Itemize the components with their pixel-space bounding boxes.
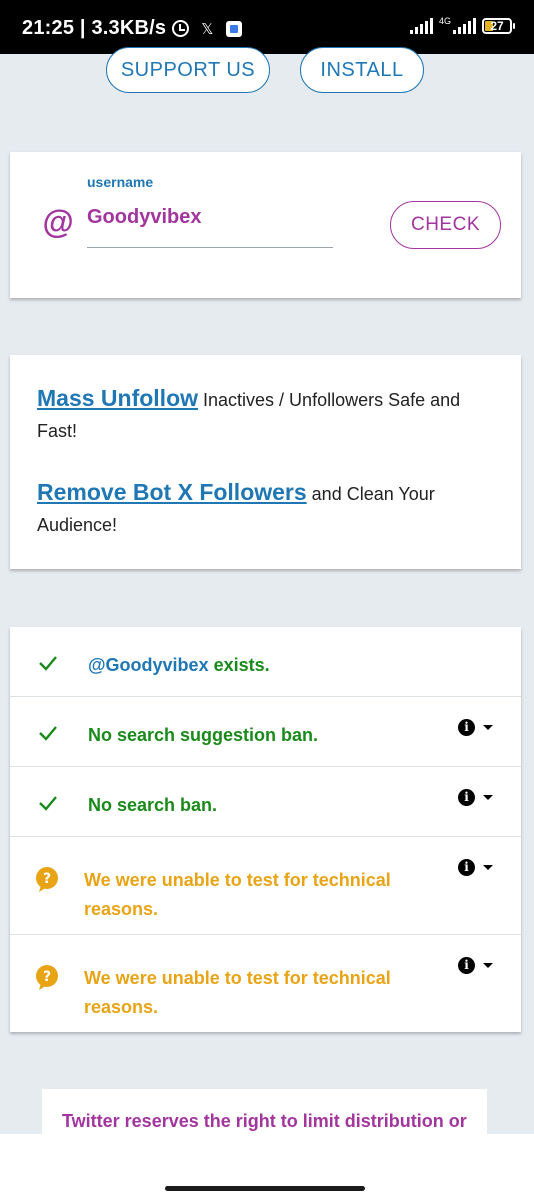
support-us-button[interactable]: SUPPORT US	[106, 47, 270, 93]
result-text: We were unable to test for technical rea…	[84, 870, 391, 919]
info-toggle[interactable]: i	[458, 957, 493, 974]
network-type-label: 4G	[438, 16, 451, 26]
battery-icon: 27	[482, 18, 515, 34]
remove-bot-followers-link[interactable]: Remove Bot X Followers	[37, 479, 307, 505]
svg-text:?: ?	[43, 871, 51, 887]
result-row-unknown-1[interactable]: ? We were unable to test for technical r…	[10, 837, 521, 935]
promo-card: Mass Unfollow Inactives / Unfollowers Sa…	[10, 355, 521, 569]
result-text: We were unable to test for technical rea…	[84, 968, 391, 1017]
result-text: No search ban.	[88, 795, 218, 815]
result-text: No search suggestion ban.	[88, 725, 319, 745]
app-notification-icon	[225, 20, 242, 37]
result-text: @Goodyvibex exists.	[88, 651, 270, 680]
results-card: @Goodyvibex exists. No search suggestion…	[10, 627, 521, 1032]
info-icon: i	[458, 719, 475, 736]
battery-level: 27	[490, 19, 504, 33]
info-icon: i	[458, 789, 475, 806]
caret-down-icon	[483, 725, 493, 730]
result-status: exists.	[208, 655, 270, 675]
question-bubble-icon: ?	[36, 867, 58, 892]
info-toggle[interactable]: i	[458, 859, 493, 876]
x-logo-icon: 𝕏	[201, 20, 214, 38]
navigation-bar	[0, 1134, 534, 1200]
result-row-unknown-2[interactable]: ? We were unable to test for technical r…	[10, 935, 521, 1032]
checkmark-icon	[39, 796, 57, 811]
caret-down-icon	[483, 963, 493, 968]
username-label: username	[87, 174, 154, 190]
svg-text:?: ?	[43, 969, 51, 985]
alarm-icon	[172, 20, 190, 37]
status-time: 21:25 | 3.3KB/s	[22, 17, 167, 39]
mass-unfollow-link[interactable]: Mass Unfollow	[37, 385, 198, 411]
checkmark-icon	[39, 726, 57, 741]
status-left: 21:25 | 3.3KB/s 𝕏	[22, 17, 242, 40]
install-button[interactable]: INSTALL	[300, 47, 424, 93]
result-row-search-ban[interactable]: No search ban. i	[10, 767, 521, 837]
signal-icon-2	[453, 18, 476, 34]
notice-text: Twitter reserves the right to limit dist…	[62, 1111, 467, 1131]
checkmark-icon	[39, 656, 57, 671]
username-card: @ username Goodyvibex CHECK	[10, 152, 521, 298]
question-bubble-icon: ?	[36, 965, 58, 990]
notice-card: Twitter reserves the right to limit dist…	[42, 1089, 487, 1134]
info-toggle[interactable]: i	[458, 719, 493, 736]
status-right: 4G 27	[409, 16, 515, 34]
info-icon: i	[458, 957, 475, 974]
status-bar: 21:25 | 3.3KB/s 𝕏 4G 27	[0, 0, 534, 54]
result-row-exists: @Goodyvibex exists.	[10, 627, 521, 697]
check-button[interactable]: CHECK	[390, 201, 501, 249]
home-indicator[interactable]	[165, 1186, 365, 1191]
result-row-search-suggestion[interactable]: No search suggestion ban. i	[10, 697, 521, 767]
signal-icon	[409, 18, 433, 34]
info-toggle[interactable]: i	[458, 789, 493, 806]
username-input[interactable]: Goodyvibex	[87, 202, 333, 248]
promo-remove-bots: Remove Bot X Followers and Clean Your Au…	[37, 477, 497, 541]
caret-down-icon	[483, 795, 493, 800]
result-handle: @Goodyvibex	[88, 655, 209, 675]
at-icon: @	[42, 204, 74, 240]
promo-mass-unfollow: Mass Unfollow Inactives / Unfollowers Sa…	[37, 383, 497, 447]
caret-down-icon	[483, 865, 493, 870]
info-icon: i	[458, 859, 475, 876]
